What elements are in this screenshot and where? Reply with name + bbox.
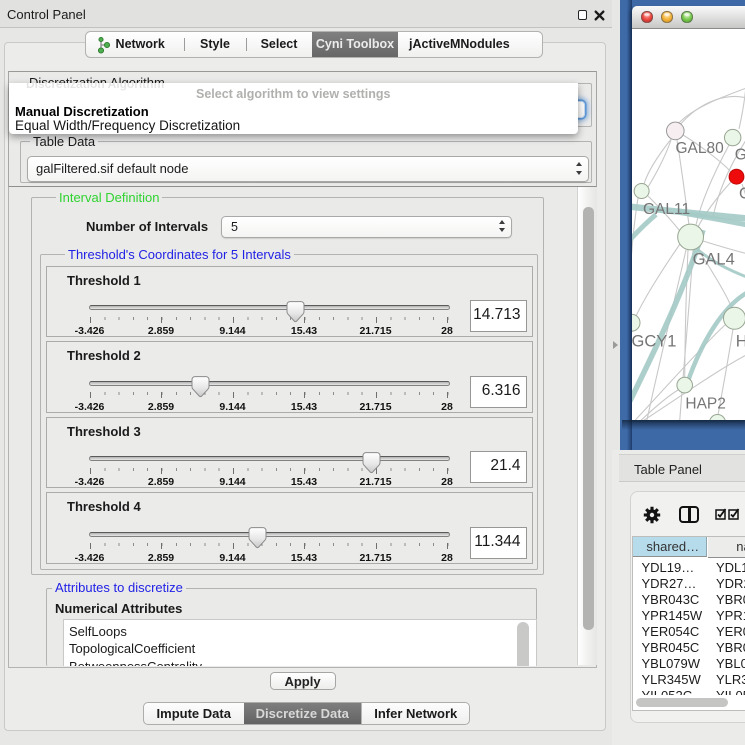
svg-text:GAL4: GAL4 — [693, 250, 735, 268]
svg-text:HIS4: HIS4 — [736, 332, 745, 350]
svg-text:CRP1: CRP1 — [739, 185, 745, 202]
svg-text:HAP2: HAP2 — [685, 395, 726, 412]
svg-text:GAL11: GAL11 — [643, 201, 690, 218]
svg-text:GAL4: GAL4 — [735, 146, 745, 163]
svg-text:GCY1: GCY1 — [632, 332, 676, 350]
svg-text:GAL80: GAL80 — [676, 140, 725, 157]
